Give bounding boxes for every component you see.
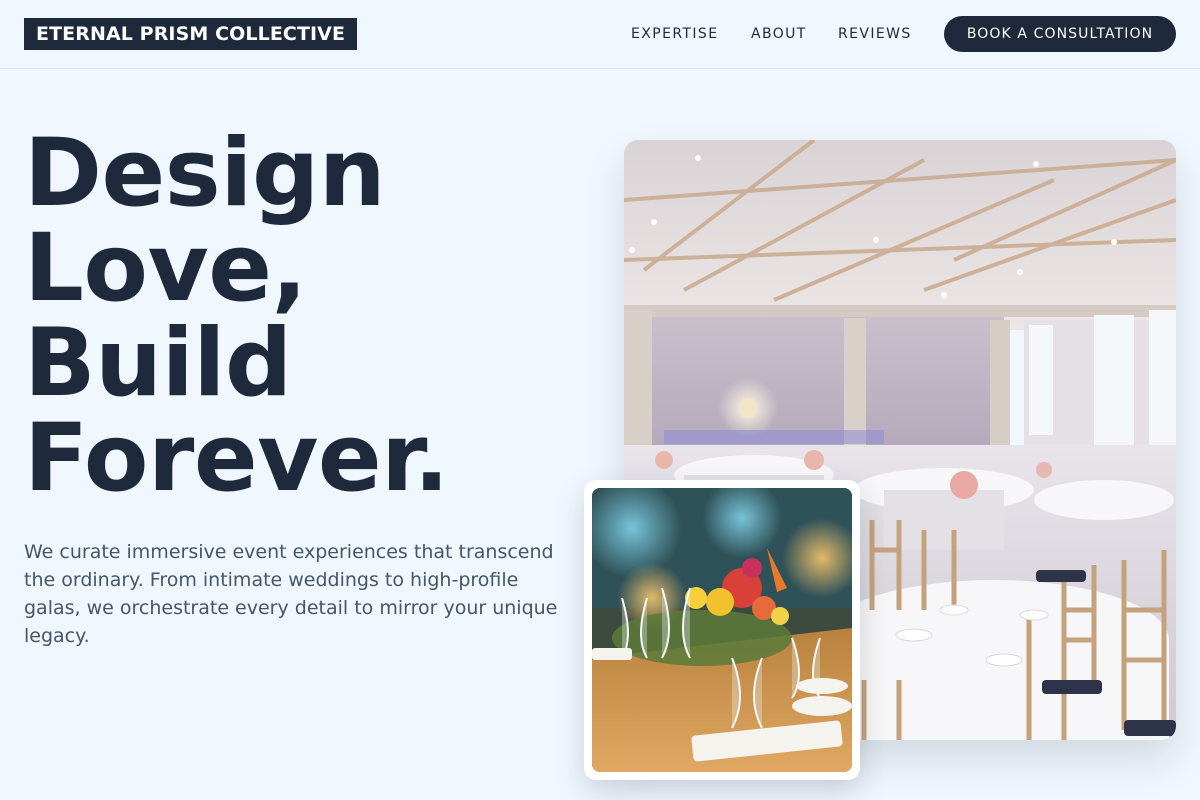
headline-line: Forever. xyxy=(24,404,449,513)
nav-link-expertise[interactable]: EXPERTISE xyxy=(631,24,718,44)
book-consultation-button[interactable]: BOOK A CONSULTATION xyxy=(944,16,1176,52)
hero-headline: Design Love, Build Forever. xyxy=(24,126,584,506)
headline-line: Build xyxy=(24,309,292,418)
headline-line: Love, xyxy=(24,214,307,323)
brand-logo[interactable]: ETERNAL PRISM COLLECTIVE xyxy=(24,18,358,50)
nav-link-reviews[interactable]: REVIEWS xyxy=(838,24,912,44)
inset-photo-card xyxy=(584,480,860,780)
hero-description: We curate immersive event experiences th… xyxy=(24,541,558,647)
headline-line: Design xyxy=(24,119,386,228)
floral-centerpiece-photo xyxy=(592,488,852,772)
nav-link-about[interactable]: ABOUT xyxy=(751,24,807,44)
site-header: ETERNAL PRISM COLLECTIVE EXPERTISE ABOUT… xyxy=(0,0,1200,69)
